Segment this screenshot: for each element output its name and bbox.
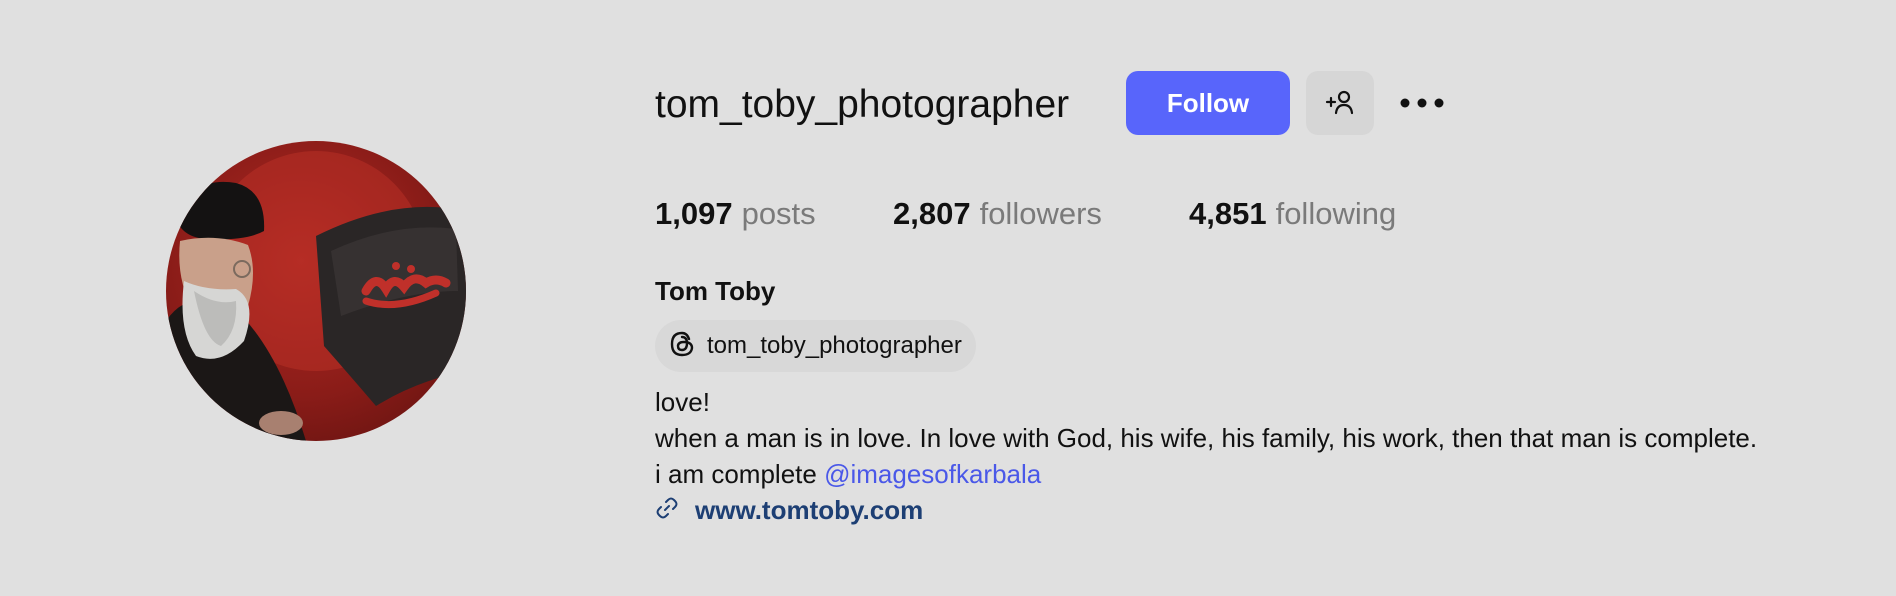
- followers-label: followers: [979, 196, 1102, 231]
- follow-button[interactable]: Follow: [1126, 71, 1290, 135]
- followers-link[interactable]: 2,807 followers: [893, 192, 1102, 236]
- add-user-icon: [1325, 89, 1355, 118]
- threads-icon: [667, 329, 697, 364]
- posts-count: 1,097 posts: [655, 192, 816, 236]
- profile-bio: love! when a man is in love. In love wit…: [655, 384, 1757, 492]
- more-horizontal-icon: [1400, 96, 1444, 111]
- following-link[interactable]: 4,851 following: [1189, 192, 1396, 236]
- profile-page: tom_toby_photographer Follow 1,097posts: [0, 0, 1896, 596]
- suggested-users-button[interactable]: [1306, 71, 1374, 135]
- link-icon: [655, 496, 679, 525]
- avatar[interactable]: [166, 141, 466, 441]
- following-number: 4,851: [1189, 196, 1267, 231]
- followers-number: 2,807: [893, 196, 971, 231]
- threads-badge[interactable]: tom_toby_photographer: [655, 320, 976, 372]
- following-label: following: [1275, 196, 1397, 231]
- profile-username: tom_toby_photographer: [655, 83, 1070, 126]
- bio-line-1: love!: [655, 387, 710, 417]
- posts-label: posts: [741, 196, 816, 231]
- bio-line-2: when a man is in love. In love with God,…: [655, 423, 1758, 453]
- bio-line-3-text: i am complete: [655, 459, 825, 489]
- website-link[interactable]: www.tomtoby.com: [655, 492, 923, 528]
- posts-number: 1,097: [655, 196, 733, 231]
- bio-line-3: i am complete @imagesofkarbala: [655, 456, 1757, 492]
- bio-mention-link[interactable]: @imagesofkarbala: [824, 459, 1041, 489]
- more-options-button[interactable]: [1392, 78, 1452, 128]
- website-url: www.tomtoby.com: [695, 494, 924, 525]
- avatar-image: [166, 151, 466, 441]
- profile-full-name: Tom Toby: [655, 276, 776, 306]
- threads-handle: tom_toby_photographer: [707, 332, 962, 359]
